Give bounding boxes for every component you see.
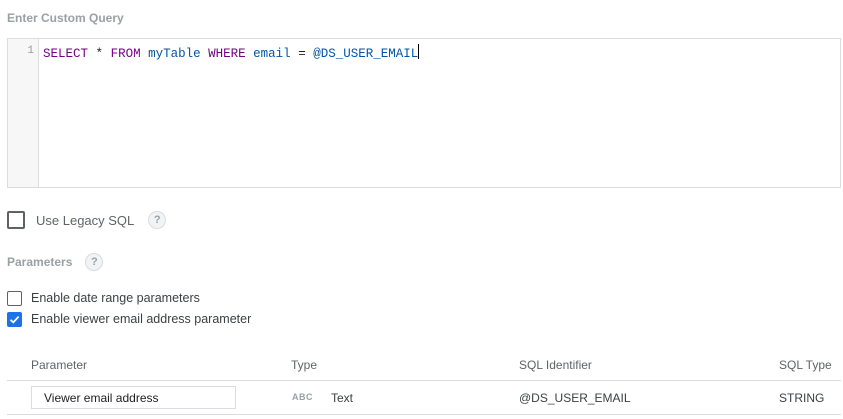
sql-editor[interactable]: 1 SELECT * FROM myTable WHERE email = @D…: [7, 38, 841, 188]
parameters-help-icon[interactable]: ?: [85, 253, 104, 271]
keyword-from: FROM: [110, 47, 141, 61]
text-cursor: [418, 44, 420, 59]
legacy-sql-label: Use Legacy SQL: [36, 212, 135, 228]
parameter-type: Text: [331, 391, 354, 405]
viewer-email-label: Enable viewer email address parameter: [31, 312, 252, 326]
legacy-sql-checkbox[interactable]: [7, 211, 25, 229]
custom-query-panel: Enter Custom Query 1 SELECT * FROM myTab…: [0, 0, 843, 419]
date-range-option: Enable date range parameters: [7, 289, 200, 307]
text-type-icon: ABC: [292, 392, 313, 402]
table-header-row: Parameter Type SQL Identifier SQL Type: [7, 350, 841, 381]
parameter-token: @DS_USER_EMAIL: [313, 47, 419, 61]
header-sql-identifier: SQL Identifier: [519, 358, 592, 372]
editor-gutter: 1: [8, 39, 39, 187]
operator-equals: =: [298, 47, 306, 61]
keyword-where: WHERE: [208, 47, 246, 61]
parameters-table: Parameter Type SQL Identifier SQL Type A…: [7, 350, 841, 415]
viewer-email-checkbox[interactable]: [7, 311, 22, 327]
parameter-name-input[interactable]: [31, 386, 236, 409]
checkmark-icon: [9, 315, 20, 324]
column-name: email: [253, 47, 291, 61]
legacy-sql-help-icon[interactable]: ?: [148, 211, 167, 229]
keyword-select: SELECT: [43, 47, 89, 61]
table-row: ABC Text @DS_USER_EMAIL STRING: [7, 381, 841, 415]
parameter-sql-identifier: @DS_USER_EMAIL: [519, 391, 631, 405]
parameter-sql-type: STRING: [779, 391, 825, 405]
line-number: 1: [27, 45, 34, 57]
date-range-label: Enable date range parameters: [31, 291, 200, 305]
date-range-checkbox[interactable]: [7, 290, 22, 306]
operator-star: *: [95, 47, 104, 61]
table-name: myTable: [148, 47, 201, 61]
header-type: Type: [291, 358, 318, 372]
header-parameter: Parameter: [31, 358, 88, 372]
viewer-email-option: Enable viewer email address parameter: [7, 310, 251, 328]
code-line[interactable]: SELECT * FROM myTable WHERE email = @DS_…: [43, 44, 420, 62]
header-sql-type: SQL Type: [779, 358, 832, 372]
legacy-sql-row: Use Legacy SQL ?: [7, 209, 167, 231]
parameters-title: Parameters: [7, 255, 73, 269]
parameters-header: Parameters ?: [7, 251, 104, 273]
custom-query-title: Enter Custom Query: [7, 11, 124, 25]
